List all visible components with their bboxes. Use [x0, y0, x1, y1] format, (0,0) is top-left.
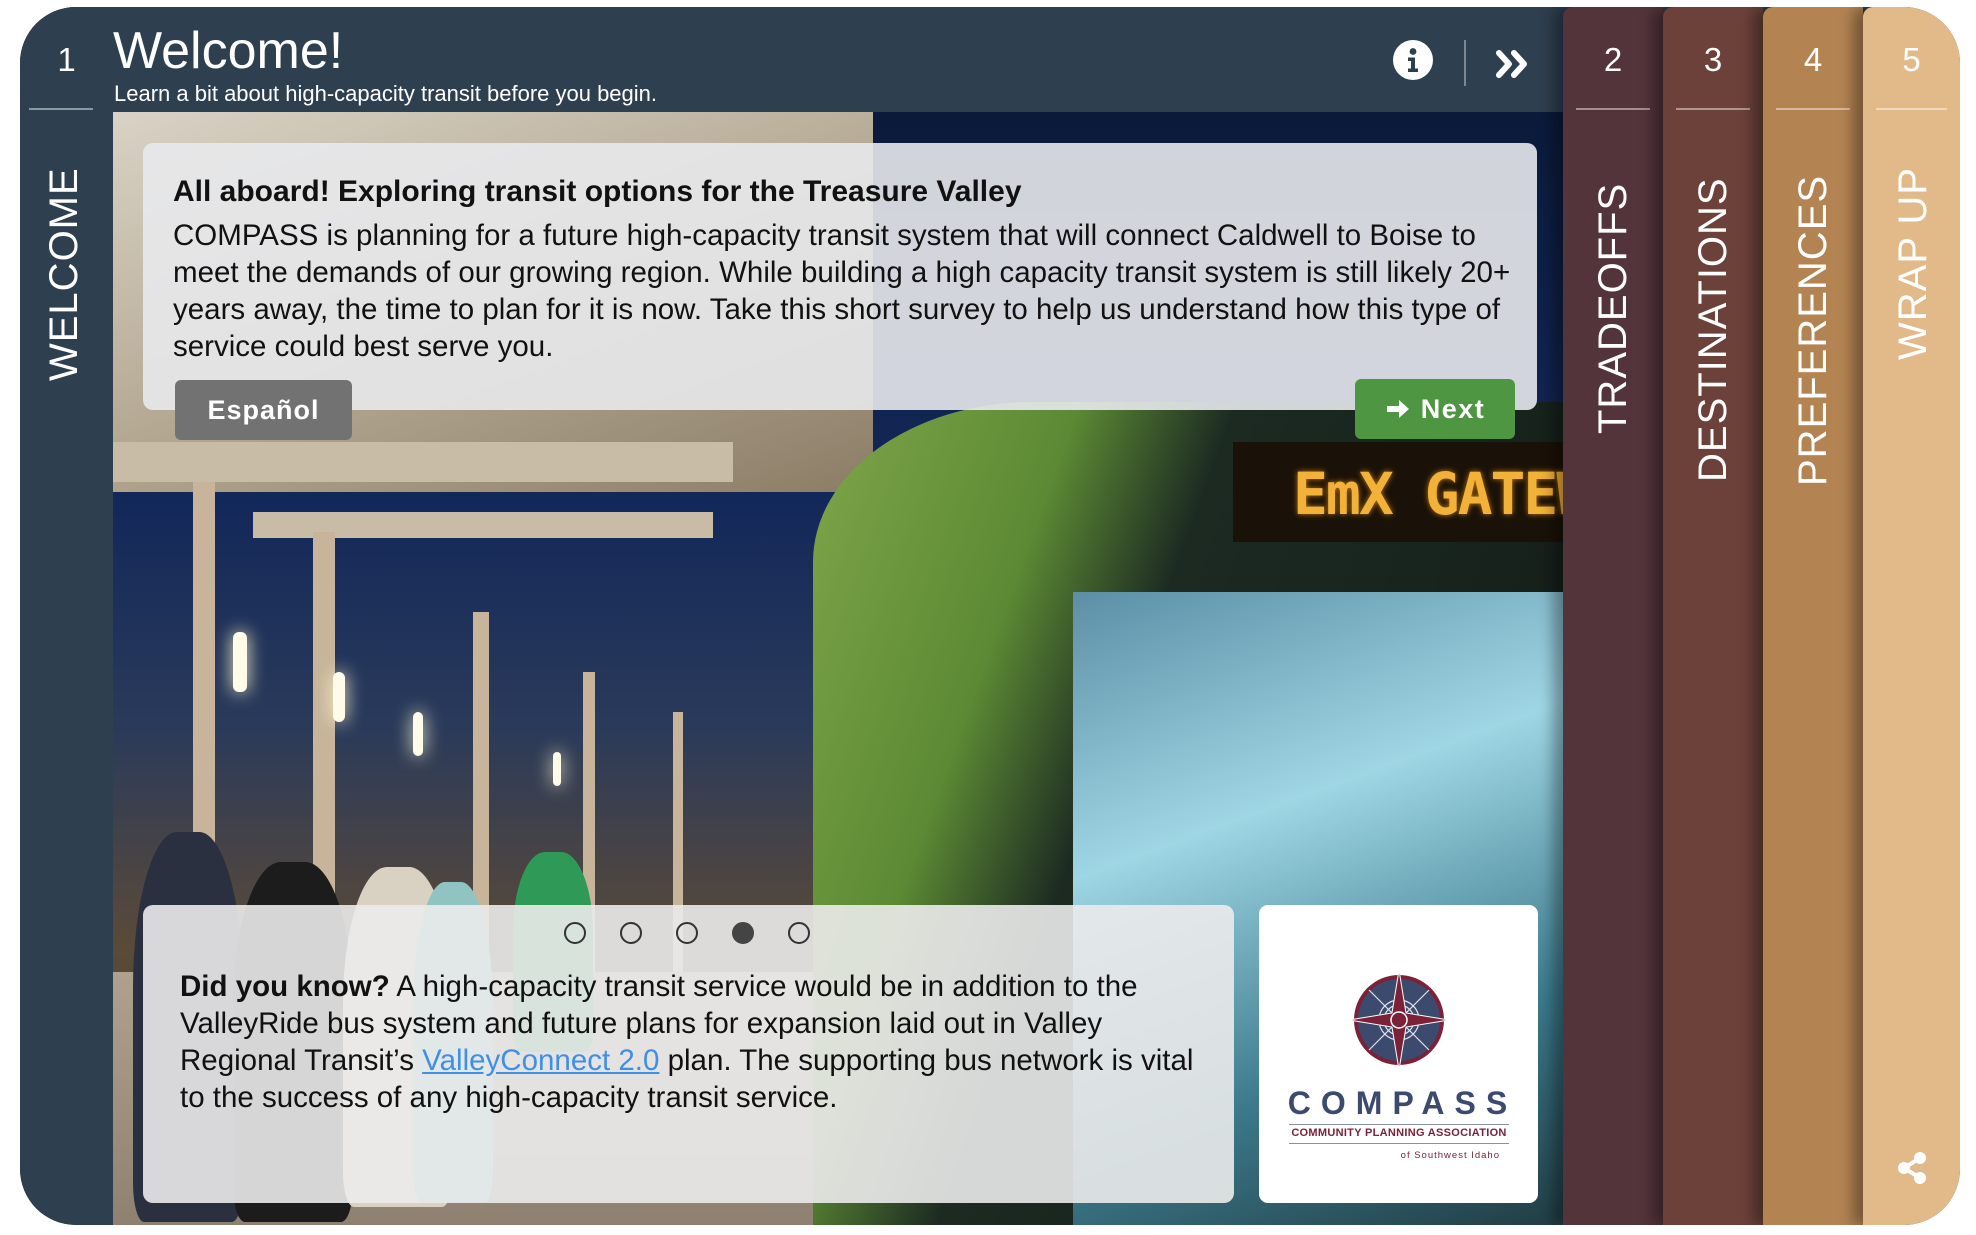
carousel-dot[interactable] — [619, 922, 642, 944]
step-divider — [1676, 108, 1750, 110]
arrow-right-icon — [1386, 400, 1409, 418]
step-number: 5 — [1902, 41, 1921, 78]
carousel-dots — [143, 922, 1234, 944]
next-button-label: Next — [1420, 393, 1486, 424]
compass-rose-icon — [1349, 970, 1449, 1070]
step-number: 4 — [1803, 41, 1823, 78]
share-icon — [1898, 1152, 1926, 1184]
carousel-dot[interactable] — [563, 922, 586, 944]
fact-lead: Did you know? — [180, 970, 390, 1003]
step-label-tradeoffs: TRADEOFFS — [1591, 182, 1635, 434]
step-label-preferences: PREFERENCES — [1791, 174, 1835, 486]
page-title: Welcome! — [113, 22, 344, 80]
next-button[interactable]: Next — [1355, 379, 1515, 439]
step-label-welcome: WELCOME — [42, 167, 86, 381]
step-label-destinations: DESTINATIONS — [1691, 177, 1735, 482]
step-number: 3 — [1703, 41, 1723, 78]
double-chevron-right-icon — [1496, 50, 1527, 78]
info-button[interactable] — [1393, 40, 1433, 80]
carousel-dot[interactable] — [731, 922, 754, 944]
page-subtitle: Learn a bit about high-capacity transit … — [114, 81, 658, 106]
step-label-wrap-up: WRAP UP — [1891, 167, 1935, 360]
fact-text: Did you know? A high-capacity transit se… — [180, 968, 1210, 1116]
compass-logo-card: COMPASS COMMUNITY PLANNING ASSOCIATION o… — [1259, 905, 1538, 1203]
intro-heading: All aboard! Exploring transit options fo… — [173, 175, 1022, 208]
fact-card: Did you know? A high-capacity transit se… — [143, 905, 1234, 1203]
espanol-button[interactable]: Español — [175, 380, 352, 440]
photo-lamp — [553, 752, 561, 786]
header-divider — [1464, 40, 1466, 86]
photo-lamp — [413, 712, 423, 756]
logo-wordmark: COMPASS — [1287, 1085, 1518, 1121]
intro-body: COMPASS is planning for a future high-ca… — [173, 219, 1511, 363]
step-tab-preferences[interactable]: 4 PREFERENCES — [1763, 7, 1863, 1225]
step-divider — [1576, 108, 1650, 110]
info-circle-icon — [1408, 48, 1418, 72]
step-tab-welcome[interactable]: WELCOME — [20, 7, 113, 1225]
valleyconnect-link[interactable]: ValleyConnect 2.0 — [422, 1044, 659, 1077]
page-header: 1 Welcome! Learn a bit about high-capaci… — [20, 7, 1563, 112]
step-divider — [29, 108, 93, 110]
step-number: 2 — [1603, 41, 1623, 78]
photo-beam — [113, 442, 733, 482]
step-tab-destinations[interactable]: 3 DESTINATIONS — [1663, 7, 1763, 1225]
photo-bus-sign-text: EmX GATEW — [1293, 460, 1563, 528]
share-button[interactable] — [1896, 1151, 1928, 1185]
intro-card: All aboard! Exploring transit options fo… — [143, 143, 1537, 410]
photo-lamp — [233, 632, 247, 692]
skip-forward-button[interactable] — [1494, 47, 1534, 81]
survey-frame: EmX GATEW WELCOME 1 Welcome! Learn a bit… — [20, 7, 1960, 1225]
photo-lamp — [333, 672, 345, 722]
step-divider — [1876, 108, 1947, 110]
step-number: 1 — [57, 41, 76, 78]
step-tab-tradeoffs[interactable]: 2 TRADEOFFS — [1563, 7, 1663, 1225]
step-tab-wrap-up[interactable]: 5 WRAP UP — [1863, 7, 1960, 1225]
step-divider — [1776, 108, 1850, 110]
logo-region: of Southwest Idaho — [1400, 1150, 1500, 1161]
logo-rule — [1289, 1143, 1509, 1144]
carousel-dot[interactable] — [787, 922, 810, 944]
logo-rule — [1289, 1124, 1509, 1125]
carousel-dot[interactable] — [675, 922, 698, 944]
logo-tagline: COMMUNITY PLANNING ASSOCIATION — [1291, 1127, 1507, 1139]
